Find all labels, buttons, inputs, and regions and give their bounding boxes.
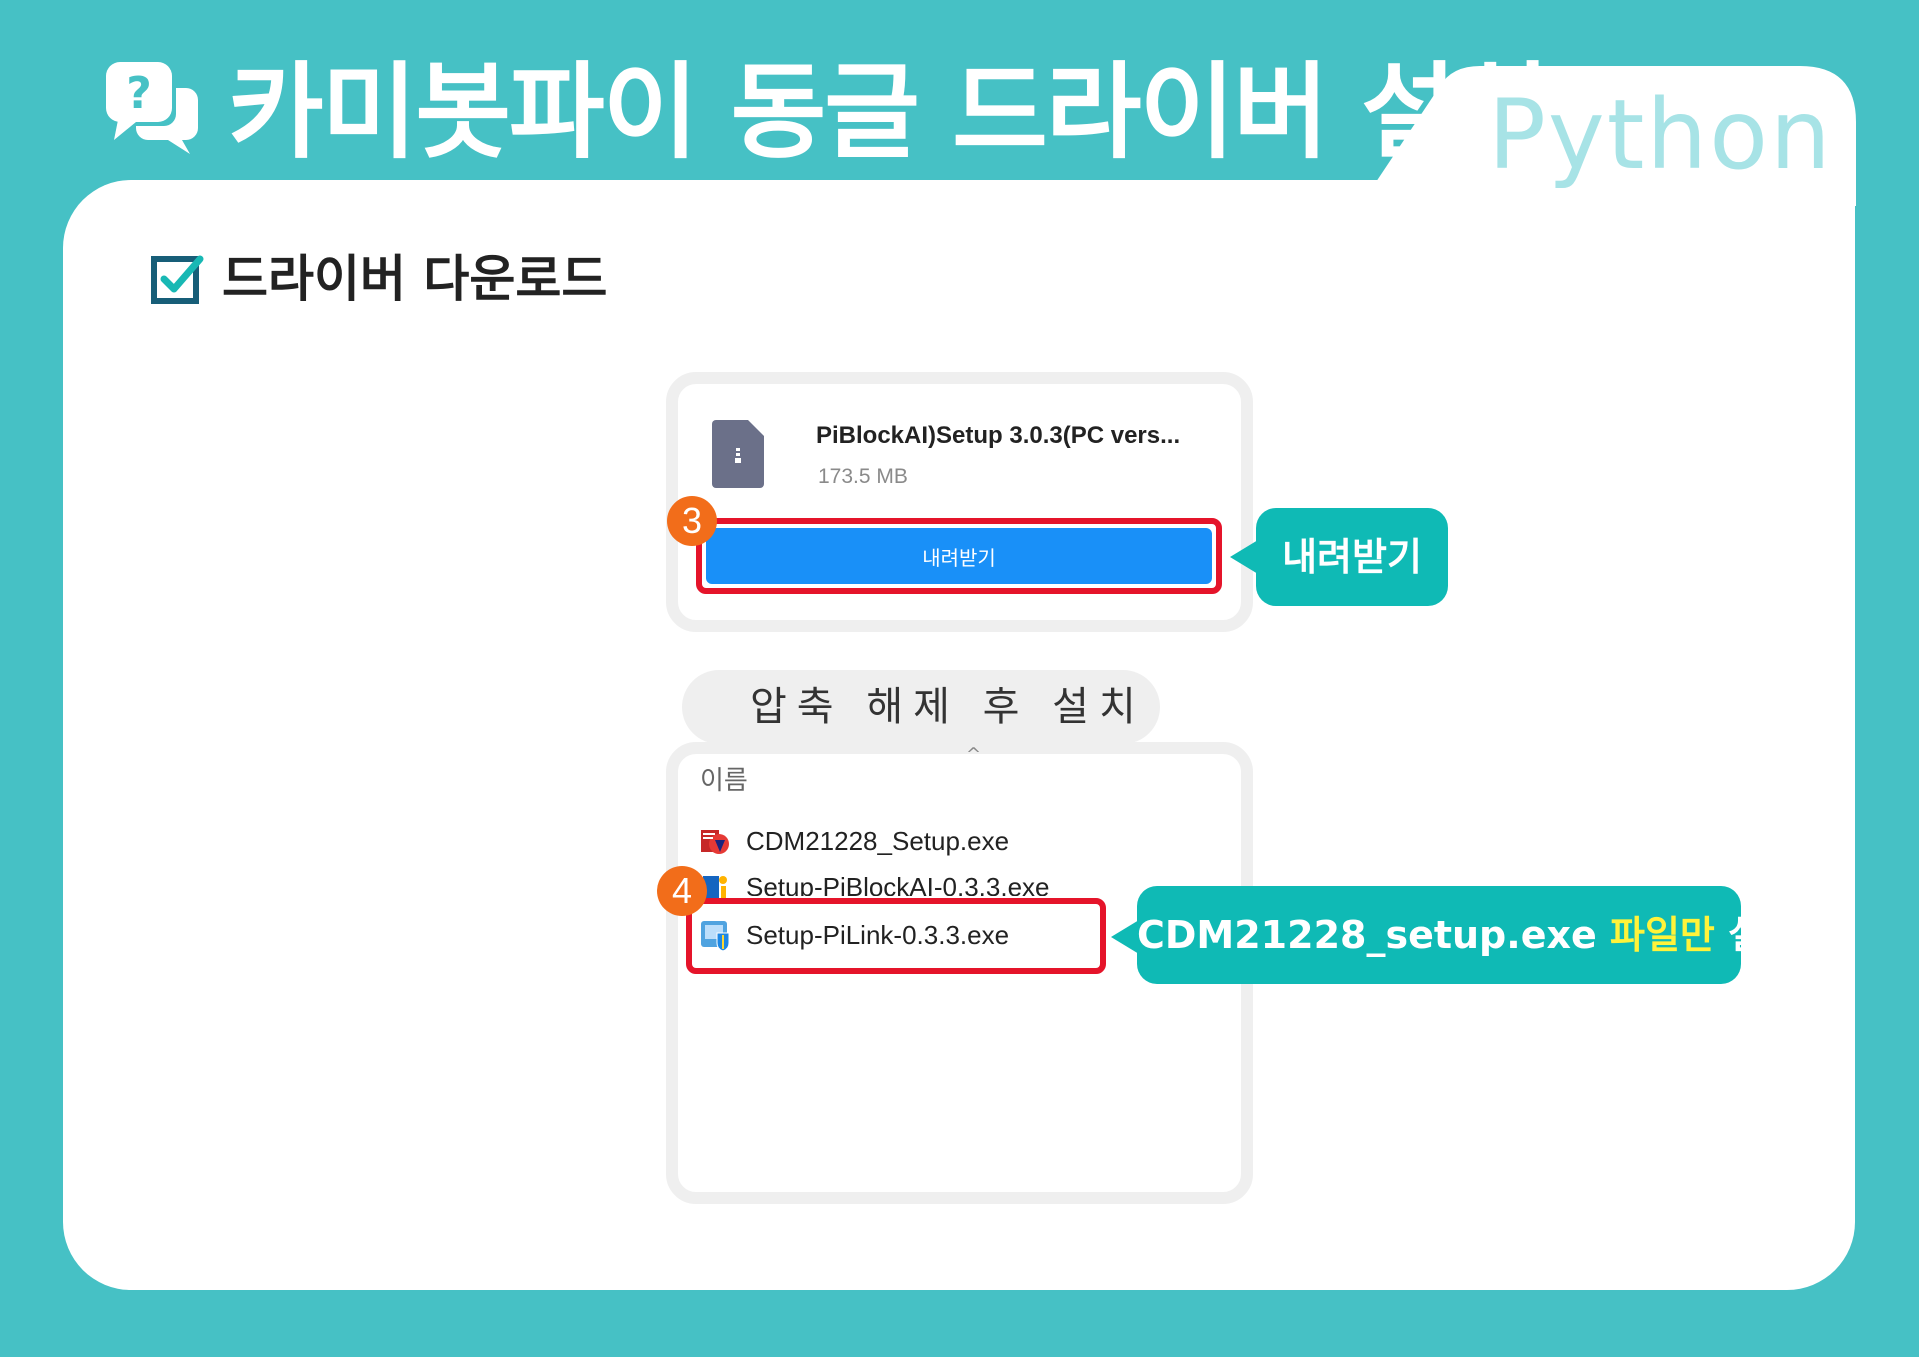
download-file-name: PiBlockAI)Setup 3.0.3(PC vers... xyxy=(816,422,1181,449)
download-file-size: 173.5 MB xyxy=(818,465,908,488)
highlight-box-download xyxy=(696,518,1222,594)
install-callout-suffix: 설치 xyxy=(1714,913,1799,957)
zip-file-icon xyxy=(712,420,764,488)
install-callout: CDM21228_setup.exe 파일만 설치 xyxy=(1137,886,1798,984)
extract-label: 압축 해제 후 설치 xyxy=(682,670,1160,744)
step-badge-4: 4 xyxy=(657,866,707,916)
page-title: 카미봇파이 동글 드라이버 설치 xyxy=(228,51,1550,173)
download-callout: 내려받기 xyxy=(1256,508,1448,606)
file-item[interactable]: CDM21228_Setup.exe xyxy=(746,826,1009,857)
callout-arrow xyxy=(1111,920,1139,954)
installer-icon xyxy=(701,830,729,854)
install-callout-highlight: 파일만 xyxy=(1609,913,1715,957)
column-header-name[interactable]: 이름 xyxy=(700,760,748,797)
sort-caret-icon[interactable]: ^ xyxy=(966,744,981,765)
svg-text:?: ? xyxy=(126,68,152,119)
highlight-box-file xyxy=(686,898,1106,974)
file-item[interactable]: Setup-PiBlockAI-0.3.3.exe xyxy=(746,872,1050,896)
qna-logo-icon: ? xyxy=(106,62,198,154)
step-badge-3: 3 xyxy=(667,496,717,546)
install-callout-file: CDM21228_setup.exe xyxy=(1137,913,1610,957)
checkbox-checked-icon xyxy=(151,255,204,304)
section-title: 드라이버 다운로드 xyxy=(222,250,608,308)
callout-arrow xyxy=(1230,540,1258,574)
python-tab-label: Python xyxy=(1488,79,1833,191)
